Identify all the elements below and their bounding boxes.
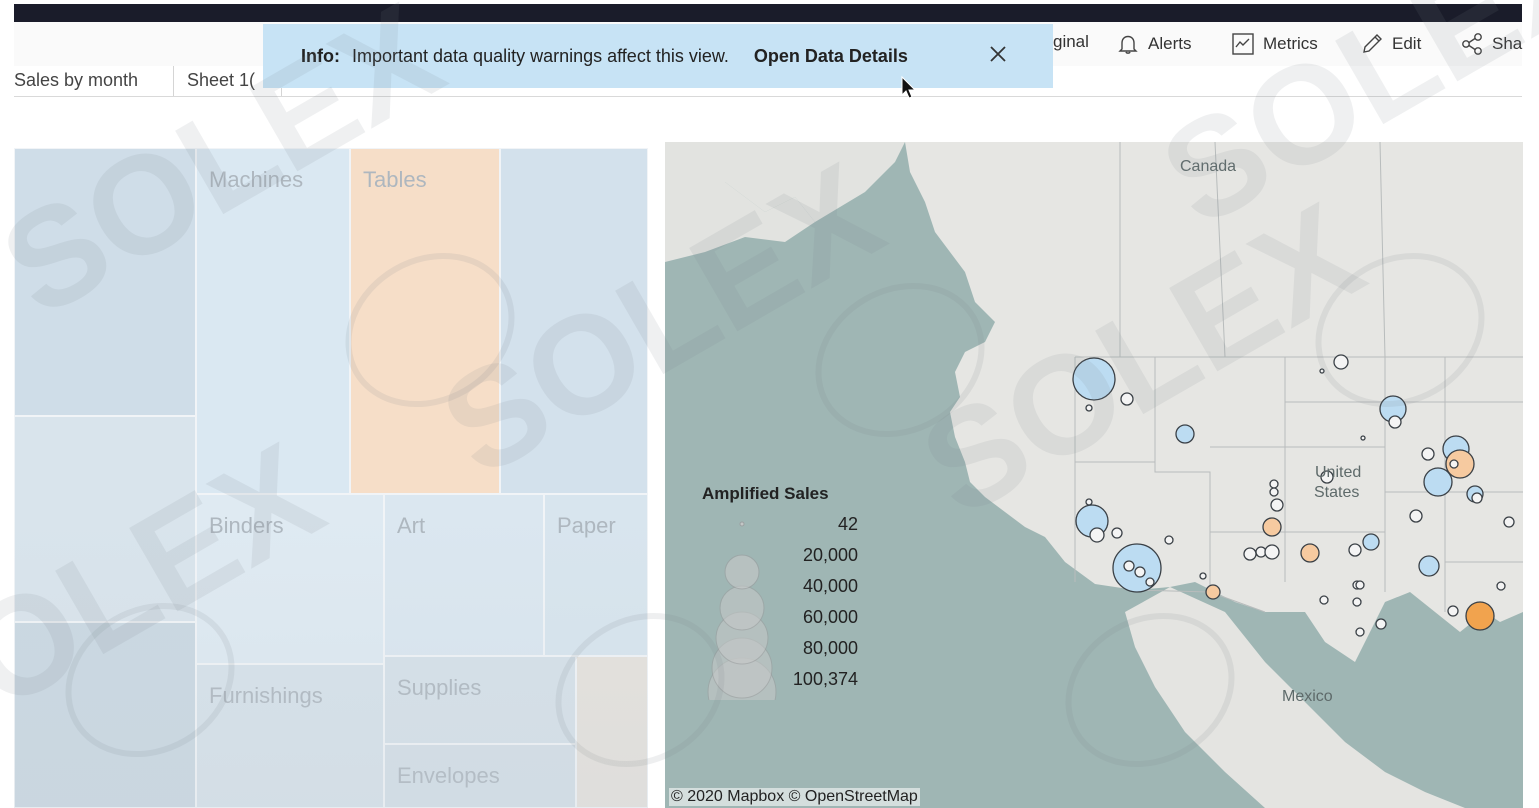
cell-label: Supplies	[397, 675, 481, 701]
map-label-mexico: Mexico	[1282, 688, 1333, 706]
treemap-cell-furnishings[interactable]: Furnishings	[196, 664, 384, 808]
treemap-cell[interactable]	[500, 148, 648, 494]
sales-circle[interactable]	[1424, 468, 1452, 496]
share-label: Sha	[1492, 34, 1522, 54]
original-label: ginal	[1053, 32, 1089, 52]
cell-label: Paper	[557, 513, 616, 539]
legend-value: 20,000	[768, 545, 858, 566]
sales-map[interactable]: Canada United States Mexico	[665, 142, 1523, 808]
map-label-united: United	[1315, 464, 1361, 482]
map-base	[665, 142, 1523, 808]
alerts-label: Alerts	[1148, 34, 1191, 54]
treemap-cell[interactable]	[14, 416, 196, 622]
legend-value: 100,374	[768, 669, 858, 690]
open-data-details-link[interactable]: Open Data Details	[754, 46, 908, 67]
sales-circle[interactable]	[1466, 602, 1494, 630]
tab-label: Sales by month	[14, 70, 138, 90]
legend-title: Amplified Sales	[702, 484, 872, 504]
treemap-cell-art[interactable]: Art	[384, 494, 544, 656]
mouse-pointer-icon	[900, 75, 918, 106]
bell-icon	[1116, 32, 1140, 56]
treemap-chart: Machines Tables Binders Art Paper Furnis…	[14, 148, 648, 808]
sales-circle[interactable]	[1363, 534, 1379, 550]
cell-label: Art	[397, 513, 425, 539]
sales-circle[interactable]	[1073, 358, 1115, 400]
legend-value: 42	[768, 514, 858, 535]
treemap-cell-supplies[interactable]: Supplies	[384, 656, 576, 744]
alerts-button[interactable]: Alerts	[1116, 32, 1191, 56]
share-icon	[1460, 32, 1484, 56]
sales-circle[interactable]	[1121, 393, 1133, 405]
map-label-states: States	[1314, 484, 1359, 502]
close-icon[interactable]	[988, 44, 1008, 69]
sales-circle[interactable]	[1206, 585, 1220, 599]
legend-value: 80,000	[768, 638, 858, 659]
size-legend: Amplified Sales	[702, 484, 872, 504]
sales-circle[interactable]	[1263, 518, 1281, 536]
edit-button[interactable]: Edit	[1360, 32, 1421, 56]
metrics-label: Metrics	[1263, 34, 1318, 54]
cell-label: Binders	[209, 513, 284, 539]
treemap-cell[interactable]	[14, 148, 196, 416]
info-label: Info:	[301, 46, 340, 67]
tab-label: Sheet 1(	[187, 70, 255, 90]
sales-circle[interactable]	[1301, 544, 1319, 562]
treemap-cell-binders[interactable]: Binders	[196, 494, 384, 664]
cell-label: Envelopes	[397, 763, 500, 789]
metrics-button[interactable]: Metrics	[1231, 32, 1318, 56]
sales-circle[interactable]	[1176, 425, 1194, 443]
map-attribution[interactable]: © 2020 Mapbox © OpenStreetMap	[669, 788, 920, 806]
edit-label: Edit	[1392, 34, 1421, 54]
share-button[interactable]: Sha	[1460, 32, 1522, 56]
pencil-icon	[1360, 32, 1384, 56]
data-quality-info-banner: Info: Important data quality warnings af…	[263, 24, 1053, 88]
cell-label: Tables	[363, 167, 427, 193]
legend-value: 40,000	[768, 576, 858, 597]
top-dark-bar	[14, 4, 1522, 22]
cell-label: Furnishings	[209, 683, 323, 709]
tab-sales-by-month[interactable]: Sales by month	[14, 66, 174, 96]
legend-value: 60,000	[768, 607, 858, 628]
treemap-cell-paper[interactable]: Paper	[544, 494, 648, 656]
original-button[interactable]: ginal	[1053, 32, 1089, 52]
treemap-cell[interactable]	[576, 656, 648, 808]
treemap-cell[interactable]	[14, 622, 196, 808]
treemap-cell-envelopes[interactable]: Envelopes	[384, 744, 576, 808]
sales-circle[interactable]	[1419, 556, 1439, 576]
treemap-cell-tables[interactable]: Tables	[350, 148, 500, 494]
map-label-canada: Canada	[1180, 158, 1236, 176]
info-message: Important data quality warnings affect t…	[352, 46, 729, 67]
metrics-icon	[1231, 32, 1255, 56]
treemap-cell-machines[interactable]: Machines	[196, 148, 350, 494]
cell-label: Machines	[209, 167, 303, 193]
